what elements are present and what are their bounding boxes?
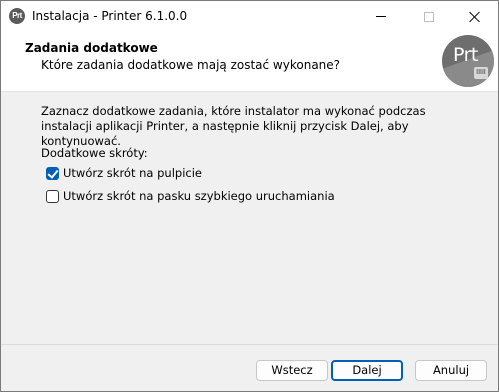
printer-logo: Prt IIIII: [442, 35, 494, 87]
logo-badge: IIIII: [474, 67, 488, 79]
wizard-header: Zadania dodatkowe Które zadania dodatkow…: [1, 32, 498, 92]
close-icon: [469, 11, 481, 23]
minimize-button[interactable]: [358, 1, 404, 32]
back-button[interactable]: Wstecz: [256, 360, 328, 381]
page-subtitle: Które zadania dodatkowe mają zostać wyko…: [41, 58, 341, 72]
page-title: Zadania dodatkowe: [25, 41, 158, 55]
shortcuts-label: Dodatkowe skróty:: [41, 146, 148, 160]
desktop-shortcut-checkbox[interactable]: [46, 166, 59, 180]
quicklaunch-shortcut-label[interactable]: Utwórz skrót na pasku szybkiego uruchami…: [63, 189, 335, 203]
logo-text: Prt: [453, 44, 478, 66]
close-button[interactable]: [452, 1, 498, 32]
next-button[interactable]: Dalej: [331, 360, 403, 381]
footer-divider: [1, 344, 498, 345]
instructions-text: Zaznacz dodatkowe zadania, które instala…: [41, 104, 426, 148]
cancel-button[interactable]: Anuluj: [415, 360, 487, 381]
desktop-shortcut-option[interactable]: Utwórz skrót na pulpicie: [46, 165, 202, 181]
app-icon: Prt: [9, 8, 25, 24]
installer-window: Prt Instalacja - Printer 6.1.0.0 Zadania…: [0, 0, 499, 392]
minimize-icon: [376, 16, 386, 17]
quicklaunch-shortcut-option[interactable]: Utwórz skrót na pasku szybkiego uruchami…: [46, 188, 335, 204]
quicklaunch-shortcut-checkbox[interactable]: [46, 189, 59, 203]
title-bar[interactable]: Prt Instalacja - Printer 6.1.0.0: [1, 1, 498, 32]
desktop-shortcut-label[interactable]: Utwórz skrót na pulpicie: [63, 166, 202, 180]
window-title: Instalacja - Printer 6.1.0.0: [32, 9, 188, 23]
maximize-button: [406, 1, 452, 32]
maximize-icon: [424, 11, 434, 22]
